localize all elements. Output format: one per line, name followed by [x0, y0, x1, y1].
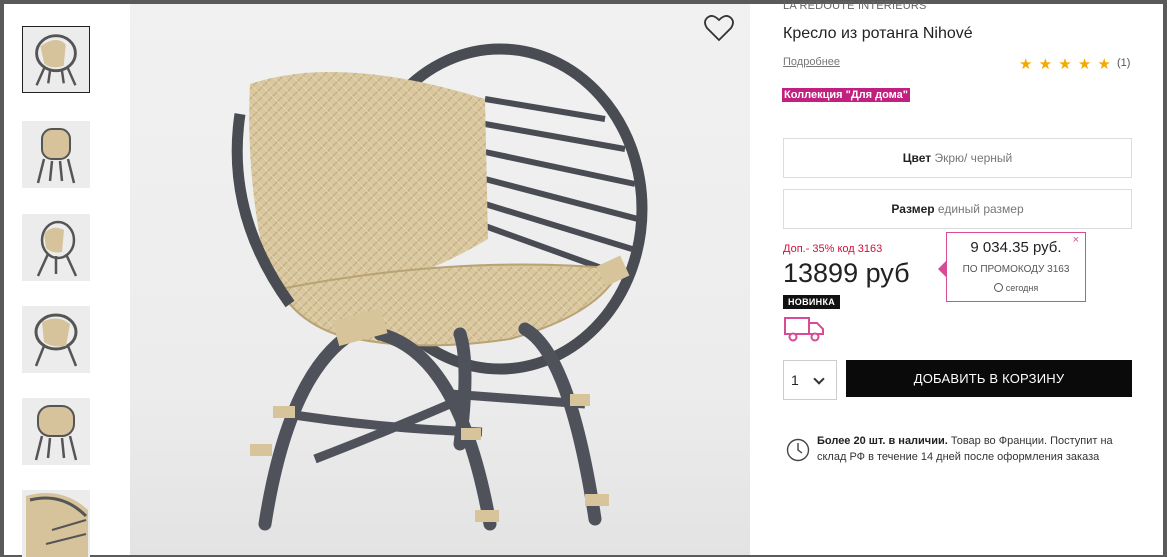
stock-bold: Более 20 шт. в наличии. — [817, 435, 948, 447]
thumbnail-4[interactable] — [22, 306, 90, 373]
heart-icon[interactable] — [704, 14, 734, 42]
star-icon: ★ — [1077, 56, 1093, 73]
clock-icon — [786, 438, 810, 462]
star-icon: ★ — [1058, 56, 1073, 73]
thumbnail-3[interactable] — [22, 214, 90, 281]
star-icon: ★ — [1097, 56, 1112, 73]
size-label: Размер — [891, 202, 935, 216]
chair-illustration — [231, 43, 648, 531]
clock-icon — [993, 283, 1003, 292]
rating-count[interactable]: (1) — [1117, 57, 1130, 69]
color-selector[interactable]: Цвет Экрю/ черный — [783, 138, 1132, 178]
product-price: 13899 руб — [783, 258, 910, 288]
promo-price: 9 034.35 руб. — [970, 239, 1062, 256]
size-selector[interactable]: Размер единый размер — [783, 189, 1132, 229]
promo-code-text: ПО ПРОМОКОДУ 3163 — [962, 264, 1070, 275]
promo-discount-note: Доп.- 35% код 3163 — [783, 243, 883, 255]
color-label: Цвет — [902, 151, 932, 165]
quantity-value: 1 — [791, 372, 799, 388]
rating-stars[interactable]: ★ ★ ★ ★ ★ — [1019, 55, 1112, 73]
color-value: Экрю/ черный — [934, 151, 1013, 165]
new-badge: НОВИНКА — [783, 295, 841, 309]
thumbnail-6[interactable] — [22, 490, 90, 557]
promo-validity: сегодня — [947, 283, 1085, 293]
stock-info: Более 20 шт. в наличии. Товар во Франции… — [817, 433, 1137, 465]
quantity-select[interactable]: 1 — [783, 360, 837, 400]
thumbnail-5[interactable] — [22, 398, 90, 465]
thumbnail-2[interactable] — [22, 121, 90, 188]
product-title: Кресло из ротанга Nihové — [783, 25, 973, 42]
size-value: единый размер — [937, 202, 1024, 216]
star-icon: ★ — [1019, 56, 1034, 73]
chevron-down-icon — [813, 373, 825, 385]
collection-badge[interactable]: Коллекция "Для дома" — [782, 88, 911, 102]
truck-icon — [784, 317, 824, 342]
promo-today-text: сегодня — [1005, 283, 1039, 293]
product-main-image[interactable] — [130, 4, 750, 555]
add-to-cart-button[interactable]: ДОБАВИТЬ В КОРЗИНУ — [846, 360, 1132, 397]
more-details-link[interactable]: Подробнее — [783, 56, 840, 68]
promo-price-popup: × 9 034.35 руб. ПО ПРОМОКОДУ 3163 сегодн… — [938, 232, 1086, 302]
brand-name[interactable]: LA REDOUTE INTERIEURS — [783, 0, 927, 12]
thumbnail-1[interactable] — [22, 26, 90, 93]
star-icon: ★ — [1038, 56, 1054, 73]
